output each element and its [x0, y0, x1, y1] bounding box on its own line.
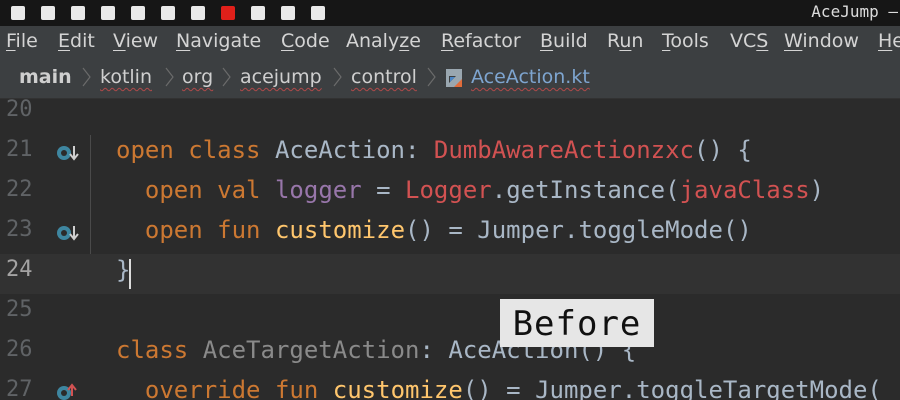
- menu-item[interactable]: He: [878, 30, 900, 52]
- workspace-indicator[interactable]: [11, 6, 25, 20]
- line-number[interactable]: 23: [6, 217, 46, 242]
- code-line[interactable]: 23 open fun customize() = Jumper.toggleM…: [0, 214, 900, 254]
- code-text[interactable]: open val logger = Logger.getInstance(jav…: [116, 176, 824, 204]
- menu-item[interactable]: VCS: [730, 30, 768, 52]
- workspace-indicator[interactable]: [101, 6, 115, 20]
- breadcrumb-item-file[interactable]: AceAction.kt: [471, 66, 590, 88]
- code-line[interactable]: 25: [0, 294, 900, 334]
- overridden-method-icon[interactable]: [56, 222, 82, 246]
- workspace-indicator[interactable]: [191, 6, 205, 20]
- chevron-right-icon: [82, 67, 91, 87]
- code-editor[interactable]: 20 21 open class AceAction: DumbAwareActio…: [0, 99, 900, 400]
- code-text[interactable]: override fun customize() = Jumper.toggle…: [116, 376, 882, 400]
- line-number[interactable]: 20: [6, 99, 46, 122]
- breadcrumb-item-main[interactable]: main: [19, 66, 72, 88]
- menu-item[interactable]: File: [6, 30, 38, 52]
- code-line[interactable]: 21 open class AceAction: DumbAwareActionz…: [0, 134, 900, 174]
- overrides-method-icon[interactable]: [56, 382, 82, 400]
- system-titlebar: AceJump —: [0, 0, 900, 26]
- menu-item[interactable]: View: [113, 30, 158, 52]
- line-number[interactable]: 21: [6, 137, 46, 162]
- workspace-indicator-active[interactable]: [221, 6, 235, 20]
- workspace-indicator[interactable]: [161, 6, 175, 20]
- menu-item[interactable]: Refactor: [441, 30, 521, 52]
- menu-item[interactable]: Analyze: [346, 30, 421, 52]
- code-text[interactable]: open fun customize() = Jumper.toggleMode…: [116, 216, 752, 244]
- menu-bar: File Edit View Navigate Code Analyze Refactor B…: [0, 26, 900, 58]
- menu-item[interactable]: Build: [540, 30, 588, 52]
- workspace-indicator[interactable]: [251, 6, 265, 20]
- code-line[interactable]: 20: [0, 99, 900, 134]
- menu-item[interactable]: Edit: [58, 30, 95, 52]
- line-number[interactable]: 22: [6, 177, 46, 202]
- chevron-right-icon: [222, 67, 231, 87]
- breadcrumb-item-acejump[interactable]: acejump: [240, 66, 322, 88]
- menu-item[interactable]: Tools: [662, 30, 709, 52]
- workspace-indicator[interactable]: [131, 6, 145, 20]
- code-line[interactable]: 22 open val logger = Logger.getInstance(…: [0, 174, 900, 214]
- line-number[interactable]: 25: [6, 297, 46, 322]
- breadcrumb-item-org[interactable]: org: [182, 66, 213, 88]
- line-number[interactable]: 27: [6, 377, 46, 400]
- workspace-indicator[interactable]: [281, 6, 295, 20]
- line-number[interactable]: 26: [6, 337, 46, 362]
- caption-label: Before: [500, 299, 654, 347]
- overridden-method-icon[interactable]: [56, 142, 82, 166]
- workspace-indicator[interactable]: [311, 6, 325, 20]
- menu-item[interactable]: Navigate: [176, 30, 261, 52]
- breadcrumb-item-control[interactable]: control: [351, 66, 417, 88]
- menu-item[interactable]: Window: [784, 30, 859, 52]
- text-caret: [129, 259, 131, 289]
- code-text[interactable]: open class AceAction: DumbAwareActionzxc…: [116, 136, 752, 164]
- workspace-indicator[interactable]: [71, 6, 85, 20]
- code-line[interactable]: 27 override fun customize() = Jumper.tog…: [0, 374, 900, 400]
- window-title: AceJump —: [811, 2, 898, 21]
- menu-item[interactable]: Run: [607, 30, 643, 52]
- kotlin-file-icon: [444, 67, 466, 89]
- menu-item[interactable]: Code: [281, 30, 330, 52]
- chevron-right-icon: [165, 67, 174, 87]
- code-line[interactable]: 24}: [0, 254, 900, 294]
- breadcrumb: main kotlin org acejump control AceActio…: [0, 58, 900, 99]
- line-number[interactable]: 24: [6, 257, 46, 282]
- chevron-right-icon: [333, 67, 342, 87]
- workspace-indicator[interactable]: [41, 6, 55, 20]
- chevron-right-icon: [427, 67, 436, 87]
- code-line[interactable]: 26 class AceTargetAction: AceAction() {: [0, 334, 900, 374]
- breadcrumb-item-kotlin[interactable]: kotlin: [100, 66, 152, 88]
